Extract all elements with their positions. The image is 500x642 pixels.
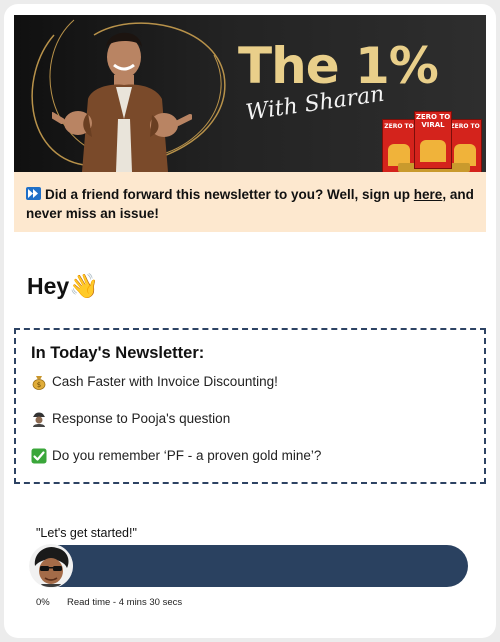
signup-link[interactable]: here bbox=[414, 187, 443, 202]
waving-hand-icon: 👋 bbox=[69, 273, 100, 300]
list-item: Response to Pooja's question bbox=[31, 411, 472, 448]
host-photo bbox=[52, 32, 192, 172]
newsletter-heading: In Today's Newsletter: bbox=[31, 344, 205, 362]
signup-notice: Did a friend forward this newsletter to … bbox=[14, 172, 486, 232]
list-item-label: Do you remember ‘PF - a proven gold mine… bbox=[52, 448, 322, 463]
reading-progress-bar bbox=[30, 545, 468, 587]
list-item: $ Cash Faster with Invoice Discounting! bbox=[31, 374, 472, 411]
progress-percent: 0% bbox=[36, 597, 50, 608]
signup-text-before: Did a friend forward this newsletter to … bbox=[45, 187, 414, 202]
check-mark-icon bbox=[31, 448, 47, 464]
book-title-line: VIRAL bbox=[421, 120, 445, 129]
avatar bbox=[29, 544, 73, 588]
book-stack-image: ZERO TO ZERO TO ZERO TO VIRAL bbox=[380, 99, 486, 172]
banner-title: The 1% bbox=[238, 37, 439, 95]
svg-text:$: $ bbox=[37, 381, 41, 389]
list-item-label: Cash Faster with Invoice Discounting! bbox=[52, 374, 278, 389]
money-bag-icon: $ bbox=[32, 376, 46, 390]
list-item: Do you remember ‘PF - a proven gold mine… bbox=[31, 448, 472, 485]
detective-icon bbox=[33, 412, 45, 427]
fast-forward-icon bbox=[26, 187, 41, 200]
progress-caption: "Let's get started!" bbox=[36, 526, 137, 540]
cartoon-avatar-icon bbox=[29, 544, 73, 588]
book-title-line: ZERO TO bbox=[450, 123, 480, 130]
book-title-line: ZERO TO bbox=[384, 123, 414, 130]
newsletter-card: The 1% With Sharan ZERO TO ZERO TO ZERO … bbox=[4, 4, 496, 638]
read-time: Read time - 4 mins 30 secs bbox=[67, 597, 183, 608]
header-banner: The 1% With Sharan ZERO TO ZERO TO ZERO … bbox=[14, 15, 486, 172]
greeting: Hey👋 bbox=[27, 272, 99, 301]
list-item-label: Response to Pooja's question bbox=[52, 411, 231, 426]
greeting-text: Hey bbox=[27, 273, 70, 299]
todays-newsletter-box: In Today's Newsletter: $ Cash Faster wit… bbox=[14, 328, 486, 484]
book-cover: ZERO TO VIRAL bbox=[414, 111, 452, 169]
